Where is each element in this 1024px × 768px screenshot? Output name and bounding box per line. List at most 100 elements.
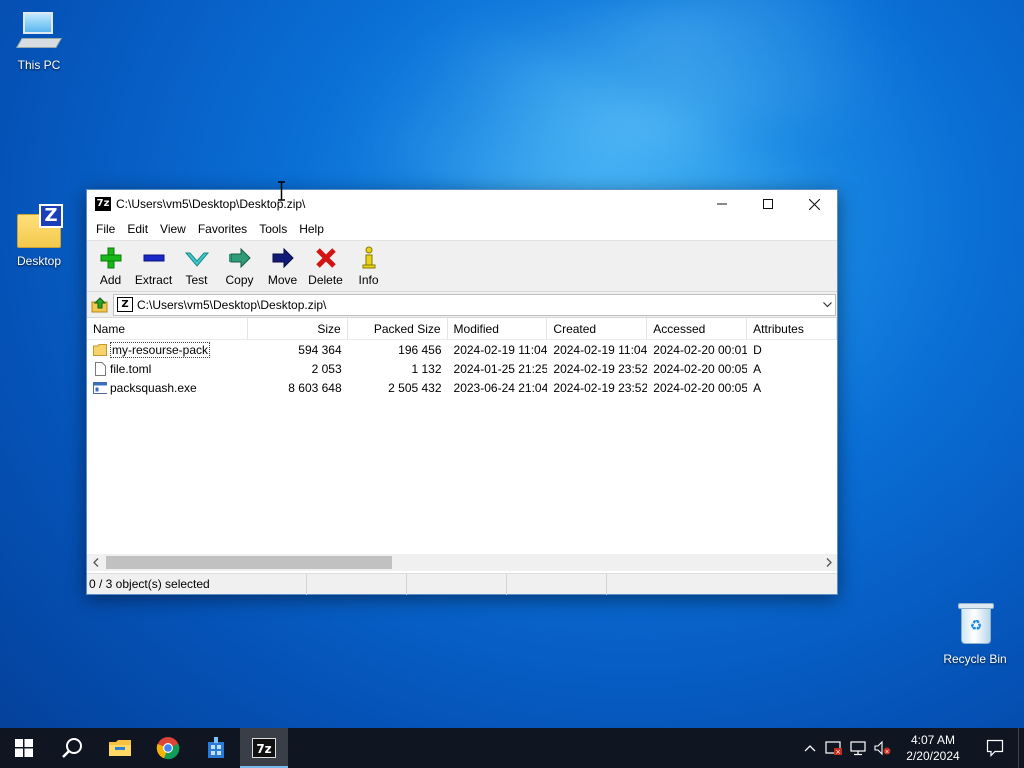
delete-button[interactable]: Delete xyxy=(304,245,347,287)
file-name: file.toml xyxy=(110,361,152,376)
file-packed-size: 2 505 432 xyxy=(388,380,442,395)
clock[interactable]: 4:07 AM 2/20/2024 xyxy=(894,732,972,764)
svg-text:×: × xyxy=(884,749,889,756)
copy-button[interactable]: Copy xyxy=(218,245,261,287)
notification-icon xyxy=(986,739,1004,757)
column-header-attributes[interactable]: Attributes xyxy=(747,318,837,340)
status-panel xyxy=(407,573,507,595)
column-header-accessed[interactable]: Accessed xyxy=(647,318,748,340)
folder-up-icon xyxy=(91,296,108,312)
status-panel xyxy=(507,573,607,595)
add-button[interactable]: Add xyxy=(89,245,132,287)
address-field[interactable]: Z C:\Users\vm5\Desktop\Desktop.zip\ xyxy=(113,293,836,316)
executable-icon xyxy=(93,381,107,394)
move-button[interactable]: Move xyxy=(261,245,304,287)
add-icon xyxy=(98,245,124,271)
file-attributes: A xyxy=(753,380,762,395)
file-accessed: 2024-02-20 00:05 xyxy=(653,361,748,376)
column-header-size[interactable]: Size xyxy=(248,318,348,340)
chevron-right-icon xyxy=(826,558,832,567)
desktop-icon-desktop-zip[interactable]: Z Desktop xyxy=(1,204,77,268)
search-button[interactable] xyxy=(48,728,96,768)
volume-tray-button[interactable]: × xyxy=(870,728,894,768)
clock-date: 2/20/2024 xyxy=(906,749,960,763)
this-pc-icon xyxy=(15,8,63,56)
taskbar-chrome[interactable] xyxy=(144,728,192,768)
windows-icon xyxy=(15,739,33,757)
maximize-button[interactable] xyxy=(745,190,791,218)
address-text: C:\Users\vm5\Desktop\Desktop.zip\ xyxy=(137,297,327,312)
zip-archive-icon: Z xyxy=(15,204,63,252)
file-created: 2024-02-19 23:52 xyxy=(553,361,648,376)
minimize-button[interactable] xyxy=(699,190,745,218)
file-name: my-resourse-pack xyxy=(110,341,211,358)
extract-button[interactable]: Extract xyxy=(132,245,175,287)
7zip-app-icon: 7z xyxy=(95,197,111,211)
status-panel xyxy=(307,573,407,595)
scroll-track[interactable] xyxy=(104,554,820,571)
menu-tools[interactable]: Tools xyxy=(253,222,293,236)
svg-text:7z: 7z xyxy=(256,742,271,756)
network-tray-button[interactable] xyxy=(846,728,870,768)
show-hidden-icons-button[interactable] xyxy=(798,728,822,768)
notification-center-button[interactable] xyxy=(972,728,1018,768)
desktop-icon-label: Recycle Bin xyxy=(943,652,1007,666)
table-row[interactable]: my-resourse-pack 594 364 196 456 2024-02… xyxy=(87,340,837,359)
column-header-name[interactable]: Name xyxy=(87,318,248,340)
taskbar-file-explorer[interactable] xyxy=(96,728,144,768)
desktop-icon-this-pc[interactable]: This PC xyxy=(1,8,77,72)
security-tray-button[interactable]: × xyxy=(822,728,846,768)
file-packed-size: 196 456 xyxy=(398,342,442,357)
file-created: 2024-02-19 11:04 xyxy=(553,342,648,357)
info-button[interactable]: Info xyxy=(347,245,390,287)
scroll-right-button[interactable] xyxy=(820,554,837,571)
file-modified: 2024-01-25 21:25 xyxy=(453,361,548,376)
file-attributes: D xyxy=(753,342,762,357)
menu-help[interactable]: Help xyxy=(293,222,330,236)
column-header-created[interactable]: Created xyxy=(547,318,648,340)
desktop-icon-recycle-bin[interactable]: ♻ Recycle Bin xyxy=(937,602,1013,666)
security-warning-icon: × xyxy=(825,741,842,756)
address-dropdown-button[interactable] xyxy=(819,295,835,315)
table-row[interactable]: packsquash.exe 8 603 648 2 505 432 2023-… xyxy=(87,378,837,397)
folder-icon xyxy=(93,343,107,356)
column-header-modified[interactable]: Modified xyxy=(448,318,548,340)
taskbar-app-installer[interactable] xyxy=(192,728,240,768)
start-button[interactable] xyxy=(0,728,48,768)
test-icon xyxy=(184,245,210,271)
file-accessed: 2024-02-20 00:05 xyxy=(653,380,748,395)
file-packed-size: 1 132 xyxy=(411,361,442,376)
test-button[interactable]: Test xyxy=(175,245,218,287)
file-size: 2 053 xyxy=(311,361,342,376)
close-button[interactable] xyxy=(791,190,837,218)
chevron-left-icon xyxy=(92,558,98,567)
document-icon xyxy=(95,361,106,376)
copy-icon xyxy=(227,245,253,271)
7zip-window: 7z C:\Users\vm5\Desktop\Desktop.zip\ Fil… xyxy=(86,189,838,595)
extract-icon xyxy=(141,245,167,271)
menu-edit[interactable]: Edit xyxy=(121,222,154,236)
close-icon xyxy=(808,198,820,210)
title-bar[interactable]: 7z C:\Users\vm5\Desktop\Desktop.zip\ xyxy=(87,190,837,218)
column-header-packed-size[interactable]: Packed Size xyxy=(348,318,448,340)
up-folder-button[interactable] xyxy=(87,293,113,317)
horizontal-scrollbar[interactable] xyxy=(87,554,837,571)
scroll-left-button[interactable] xyxy=(87,554,104,571)
file-accessed: 2024-02-20 00:01 xyxy=(653,342,748,357)
app-installer-icon xyxy=(208,737,224,758)
menu-file[interactable]: File xyxy=(90,222,121,236)
volume-muted-icon: × xyxy=(874,740,891,756)
table-row[interactable]: file.toml 2 053 1 132 2024-01-25 21:25 2… xyxy=(87,359,837,378)
minimize-icon xyxy=(717,203,727,205)
archive-icon: Z xyxy=(117,297,133,312)
scroll-thumb[interactable] xyxy=(106,556,392,569)
file-list[interactable]: Name Size Packed Size Modified Created A… xyxy=(87,318,837,554)
menu-view[interactable]: View xyxy=(154,222,192,236)
taskbar-7zip[interactable]: 7z xyxy=(240,728,288,768)
file-modified: 2023-06-24 21:04 xyxy=(453,380,548,395)
menu-favorites[interactable]: Favorites xyxy=(192,222,253,236)
taskbar: 7z × × 4:07 AM 2/20/2024 xyxy=(0,728,1024,768)
desktop-icon-label: Desktop xyxy=(16,254,62,268)
show-desktop-button[interactable] xyxy=(1018,728,1024,768)
system-tray: × × 4:07 AM 2/20/2024 xyxy=(798,728,1024,768)
